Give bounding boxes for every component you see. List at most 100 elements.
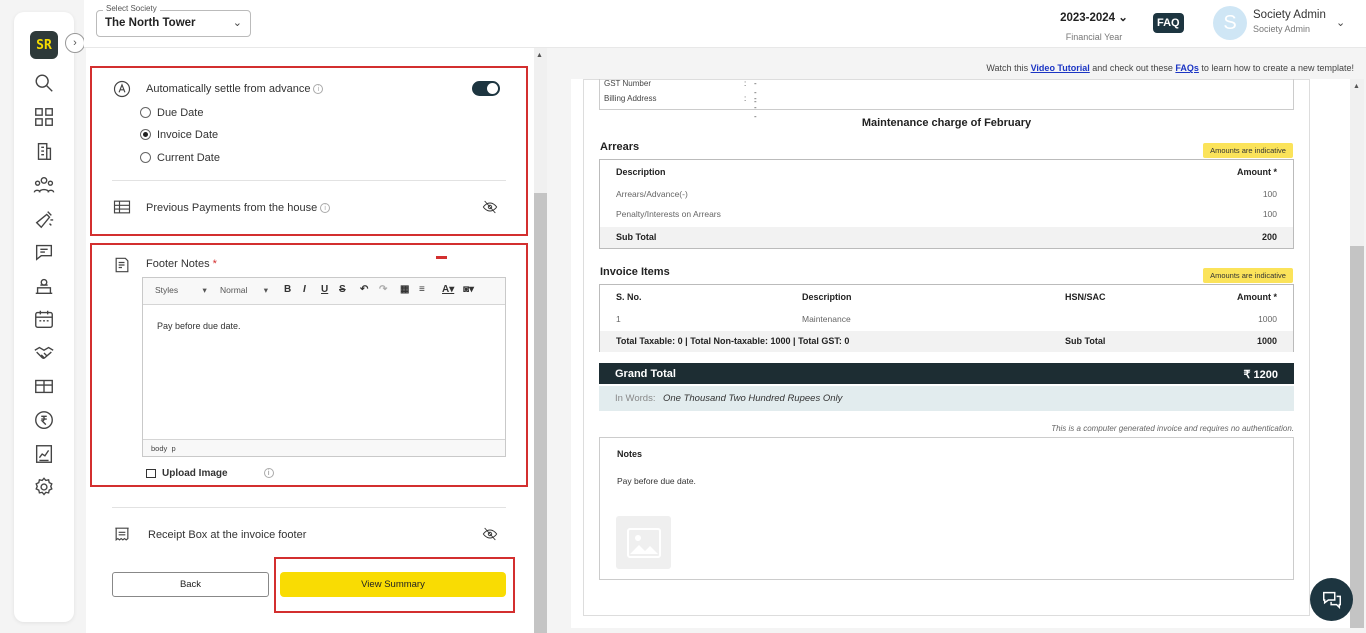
- status-path-body[interactable]: body: [151, 444, 167, 453]
- format-dropdown[interactable]: Normal ▾: [220, 285, 268, 296]
- editor-content[interactable]: Pay before due date.: [157, 321, 241, 331]
- scrollbar-thumb[interactable]: [1350, 246, 1364, 628]
- financial-year-selector[interactable]: 2023-2024 ⌄ Financial Year: [1054, 10, 1134, 42]
- table-header-row: Description Amount *: [616, 167, 1277, 177]
- grand-total-label: Grand Total: [615, 368, 676, 380]
- image-upload-icon: [146, 468, 156, 478]
- italic-button[interactable]: I: [303, 284, 306, 295]
- horizontal-line-icon[interactable]: ≡: [419, 284, 425, 295]
- in-words-label: In Words:: [615, 393, 656, 404]
- styles-dropdown[interactable]: Styles ▾: [155, 285, 207, 296]
- strikethrough-button[interactable]: S: [339, 284, 346, 295]
- dashboard-icon[interactable]: [32, 105, 56, 129]
- underline-button[interactable]: U: [321, 284, 328, 295]
- society-select-value: The North Tower: [105, 17, 196, 29]
- grand-total-bar: Grand Total ₹ 1200: [599, 363, 1294, 384]
- editor-toolbar: Styles ▾ Normal ▾ B I U S ↶ ↷ ▦ ≡ A▾ ◙▾: [143, 278, 505, 305]
- chat-icon[interactable]: [32, 240, 56, 264]
- radio-current-date[interactable]: [140, 152, 151, 163]
- chat-bubbles-icon: [1322, 591, 1341, 609]
- accounts-icon[interactable]: [32, 408, 56, 432]
- search-icon[interactable]: [32, 71, 56, 95]
- table-header-row: S. No. Description HSN/SAC Amount *: [616, 292, 1277, 302]
- eye-off-icon[interactable]: [482, 199, 498, 215]
- auto-settle-label: Automatically settle from advance i: [146, 83, 324, 95]
- radio-due-date[interactable]: [140, 107, 151, 118]
- redo-icon[interactable]: ↷: [379, 284, 387, 295]
- upload-image-button[interactable]: Upload Image i: [146, 468, 274, 479]
- table-row: Arrears/Advance(-) 100: [616, 189, 1277, 199]
- bold-button[interactable]: B: [284, 284, 291, 295]
- auto-settle-toggle[interactable]: [472, 81, 500, 96]
- info-icon[interactable]: i: [313, 84, 324, 95]
- sidebar-collapse-button[interactable]: ›: [65, 33, 85, 53]
- status-path-p[interactable]: p: [171, 444, 175, 453]
- user-menu-chevron-icon[interactable]: ⌄: [1336, 16, 1345, 29]
- receipt-icon: [111, 523, 133, 545]
- authentication-note: This is a computer generated invoice and…: [1051, 424, 1294, 433]
- required-asterisk: *: [212, 258, 217, 270]
- auto-settle-icon: [111, 78, 133, 100]
- radio-current-date-label: Current Date: [157, 152, 220, 164]
- broadcast-icon[interactable]: [32, 207, 56, 231]
- background-color-icon[interactable]: ◙▾: [463, 284, 474, 295]
- editor-status-bar: body p: [143, 439, 505, 456]
- top-header: Select Society The North Tower ⌄ 2023-20…: [84, 0, 1366, 48]
- text-color-icon[interactable]: A▾: [442, 284, 454, 295]
- video-tutorial-link[interactable]: Video Tutorial: [1031, 63, 1090, 73]
- arrears-table: Description Amount * Arrears/Advance(-) …: [599, 159, 1294, 249]
- radio-invoice-date-label: Invoice Date: [157, 129, 219, 141]
- footer-notes-label: Footer Notes *: [146, 258, 217, 270]
- billing-address-row: Billing Address: ---: [604, 94, 757, 121]
- calendar-icon[interactable]: [32, 307, 56, 331]
- info-icon[interactable]: i: [263, 468, 274, 479]
- collapse-marker[interactable]: [436, 256, 447, 259]
- building-icon[interactable]: [32, 139, 56, 163]
- chat-support-button[interactable]: [1310, 578, 1353, 621]
- footer-notes-editor[interactable]: Styles ▾ Normal ▾ B I U S ↶ ↷ ▦ ≡ A▾ ◙▾ …: [142, 277, 506, 457]
- invoice-items-table: S. No. Description HSN/SAC Amount * 1 Ma…: [599, 284, 1294, 352]
- info-icon[interactable]: i: [320, 203, 331, 214]
- back-button[interactable]: Back: [112, 572, 269, 597]
- society-select[interactable]: Select Society The North Tower ⌄: [96, 4, 251, 37]
- prev-payments-label: Previous Payments from the house i: [146, 202, 331, 214]
- indicative-badge: Amounts are indicative: [1203, 143, 1293, 158]
- grand-total-value: ₹ 1200: [1243, 369, 1278, 381]
- amenity-icon[interactable]: [32, 374, 56, 398]
- table-icon: [111, 196, 133, 218]
- settings-icon[interactable]: [32, 475, 56, 499]
- helpdesk-icon[interactable]: [32, 274, 56, 298]
- insert-table-icon[interactable]: ▦: [400, 284, 409, 295]
- preview-scrollbar[interactable]: ▲: [1350, 79, 1364, 628]
- table-row: 1 Maintenance 1000: [616, 314, 1277, 324]
- app-logo[interactable]: SR: [30, 31, 58, 59]
- totals-row: Total Taxable: 0 | Total Non-taxable: 10…: [600, 331, 1293, 352]
- arrears-title: Arrears: [600, 141, 640, 153]
- members-icon[interactable]: [32, 173, 56, 197]
- notes-box: Notes Pay before due date.: [599, 437, 1294, 580]
- eye-off-icon[interactable]: [482, 526, 498, 542]
- faq-button[interactable]: FAQ: [1153, 13, 1184, 33]
- divider: [112, 180, 506, 181]
- view-summary-button[interactable]: View Summary: [280, 572, 506, 597]
- user-name: Society Admin: [1253, 9, 1326, 21]
- amount-in-words: In Words: One Thousand Two Hundred Rupee…: [599, 386, 1294, 411]
- tutorial-hint: Watch this Video Tutorial and check out …: [986, 63, 1354, 73]
- handshake-icon[interactable]: [32, 341, 56, 365]
- reports-icon[interactable]: [32, 442, 56, 466]
- society-select-label: Select Society: [103, 4, 160, 13]
- scroll-up-arrow-icon[interactable]: ▲: [1353, 83, 1360, 90]
- notes-title: Notes: [617, 449, 643, 459]
- undo-icon[interactable]: ↶: [360, 284, 368, 295]
- chevron-down-icon: ⌄: [1118, 12, 1128, 24]
- invoice-info-box: GST Number: --- Billing Address: ---: [599, 79, 1294, 121]
- user-role: Society Admin: [1253, 24, 1311, 34]
- avatar[interactable]: S: [1213, 6, 1247, 40]
- scroll-up-arrow-icon[interactable]: ▲: [536, 52, 543, 59]
- faqs-link[interactable]: FAQs: [1175, 63, 1199, 73]
- image-placeholder-icon: [616, 516, 671, 569]
- sidebar: SR ›: [14, 12, 85, 622]
- left-panel-scrollbar[interactable]: ▲: [534, 48, 547, 633]
- radio-invoice-date[interactable]: [140, 129, 151, 140]
- scrollbar-thumb[interactable]: [534, 193, 547, 633]
